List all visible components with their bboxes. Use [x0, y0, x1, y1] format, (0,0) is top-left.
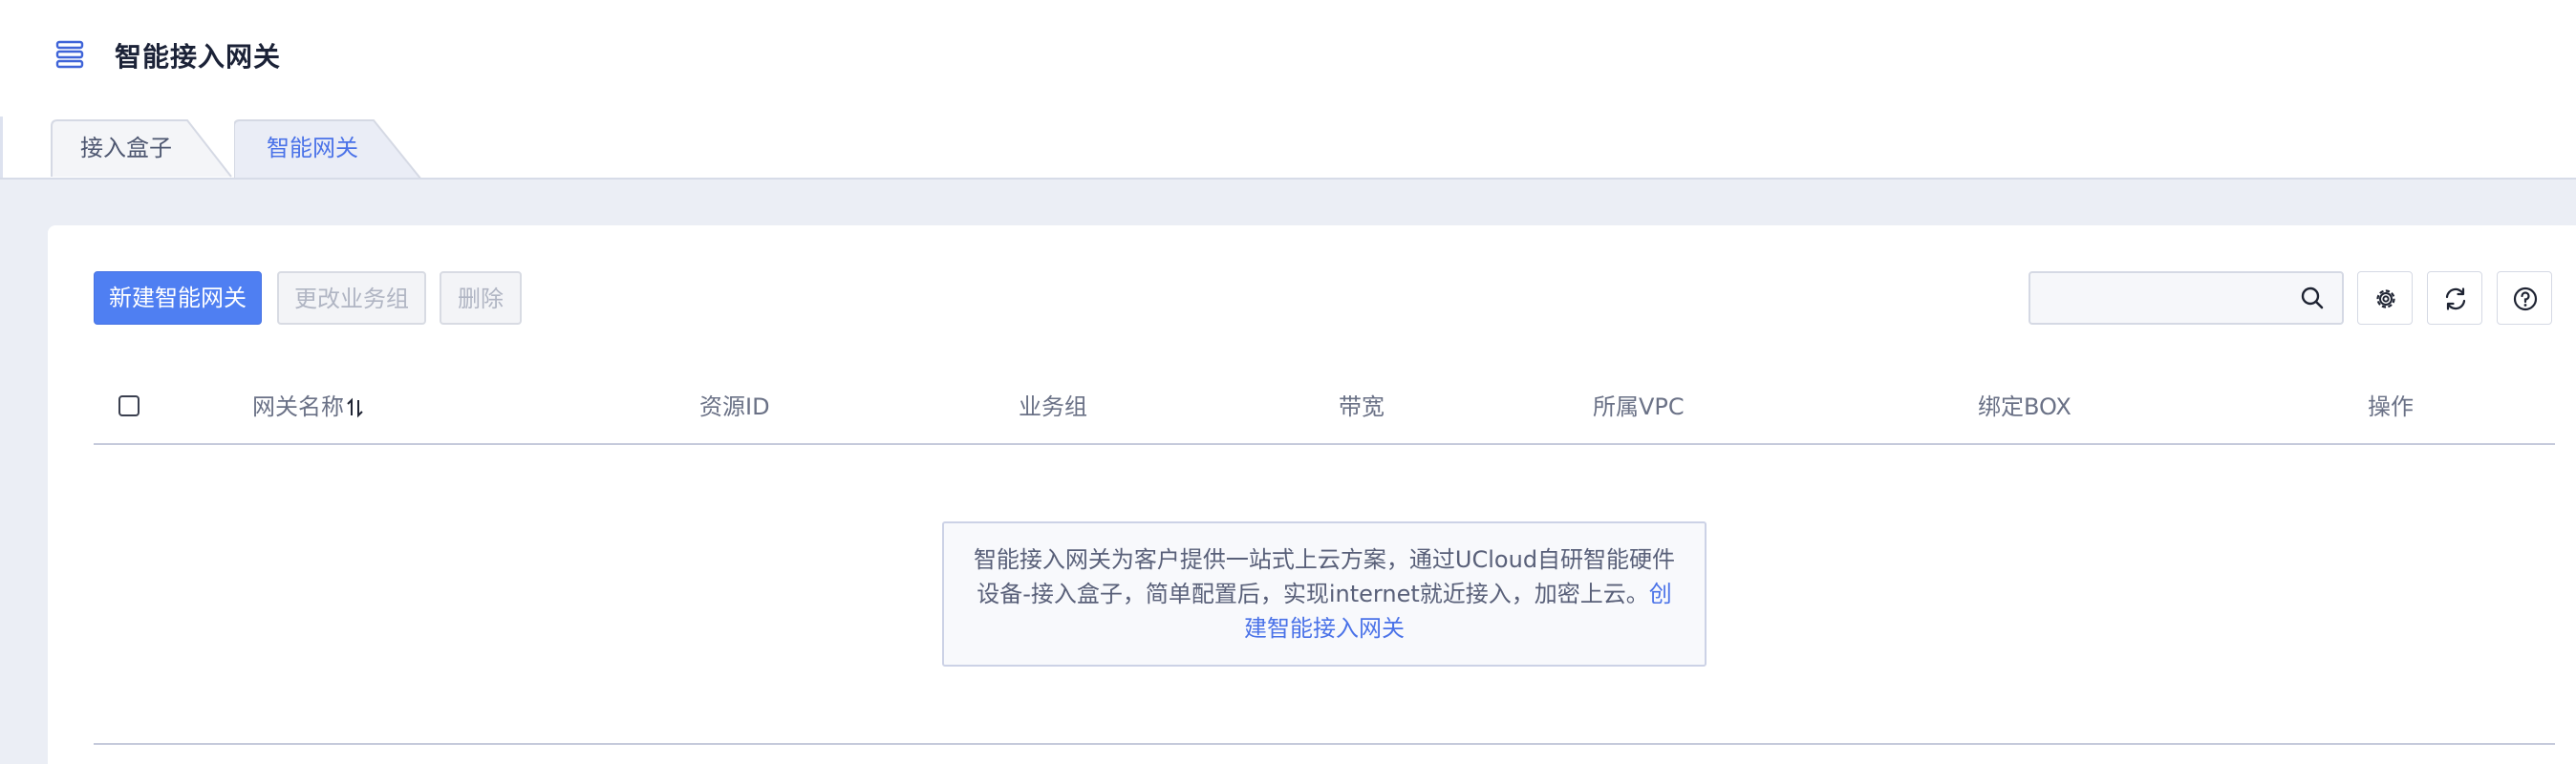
help-button[interactable] — [2497, 271, 2552, 325]
column-bound-box: 绑定BOX — [1978, 393, 2072, 420]
empty-state: 智能接入网关为客户提供一站式上云方案，通过UCloud自研智能硬件设备-接入盒子… — [942, 521, 1707, 667]
search-input[interactable] — [2040, 281, 2298, 315]
tab-access-box[interactable]: 接入盒子 — [48, 118, 234, 178]
main-card: 新建智能网关 更改业务组 删除 网关名称 资源ID 业务组 带宽 所属VPC 绑… — [48, 225, 2576, 764]
search-icon[interactable] — [2300, 286, 2325, 310]
tab-smart-gateway[interactable]: 智能网关 — [234, 118, 423, 180]
select-all-checkbox[interactable] — [118, 395, 140, 416]
table-bottom-divider — [94, 743, 2555, 745]
column-gateway-name-label: 网关名称 — [252, 393, 344, 420]
column-gateway-name[interactable]: 网关名称 — [252, 369, 365, 445]
page-title: 智能接入网关 — [115, 41, 282, 73]
create-gateway-button[interactable]: 新建智能网关 — [94, 271, 262, 325]
empty-state-text: 智能接入网关为客户提供一站式上云方案，通过UCloud自研智能硬件设备-接入盒子… — [973, 546, 1676, 607]
page-header: 智能接入网关 — [0, 0, 2576, 117]
column-resource-id: 资源ID — [699, 393, 770, 420]
search-box — [2029, 271, 2344, 325]
table-header: 网关名称 资源ID 业务组 带宽 所属VPC 绑定BOX 操作 — [94, 369, 2555, 445]
gear-icon — [2376, 289, 2395, 308]
column-actions: 操作 — [2368, 393, 2414, 420]
help-icon — [2513, 286, 2538, 311]
column-business-group: 业务组 — [1019, 393, 1087, 420]
delete-button[interactable]: 删除 — [440, 271, 522, 325]
sort-icon[interactable] — [346, 396, 365, 419]
column-vpc: 所属VPC — [1593, 393, 1685, 420]
refresh-button[interactable] — [2427, 271, 2482, 325]
tab-bar: 接入盒子 智能网关 — [48, 118, 717, 180]
refresh-icon — [2445, 287, 2466, 310]
list-menu-icon[interactable] — [54, 38, 86, 71]
tab-access-box-label: 接入盒子 — [80, 135, 172, 161]
column-bandwidth: 带宽 — [1339, 393, 1385, 420]
change-group-button[interactable]: 更改业务组 — [277, 271, 426, 325]
settings-button[interactable] — [2357, 271, 2413, 325]
tab-smart-gateway-label: 智能网关 — [267, 135, 358, 161]
